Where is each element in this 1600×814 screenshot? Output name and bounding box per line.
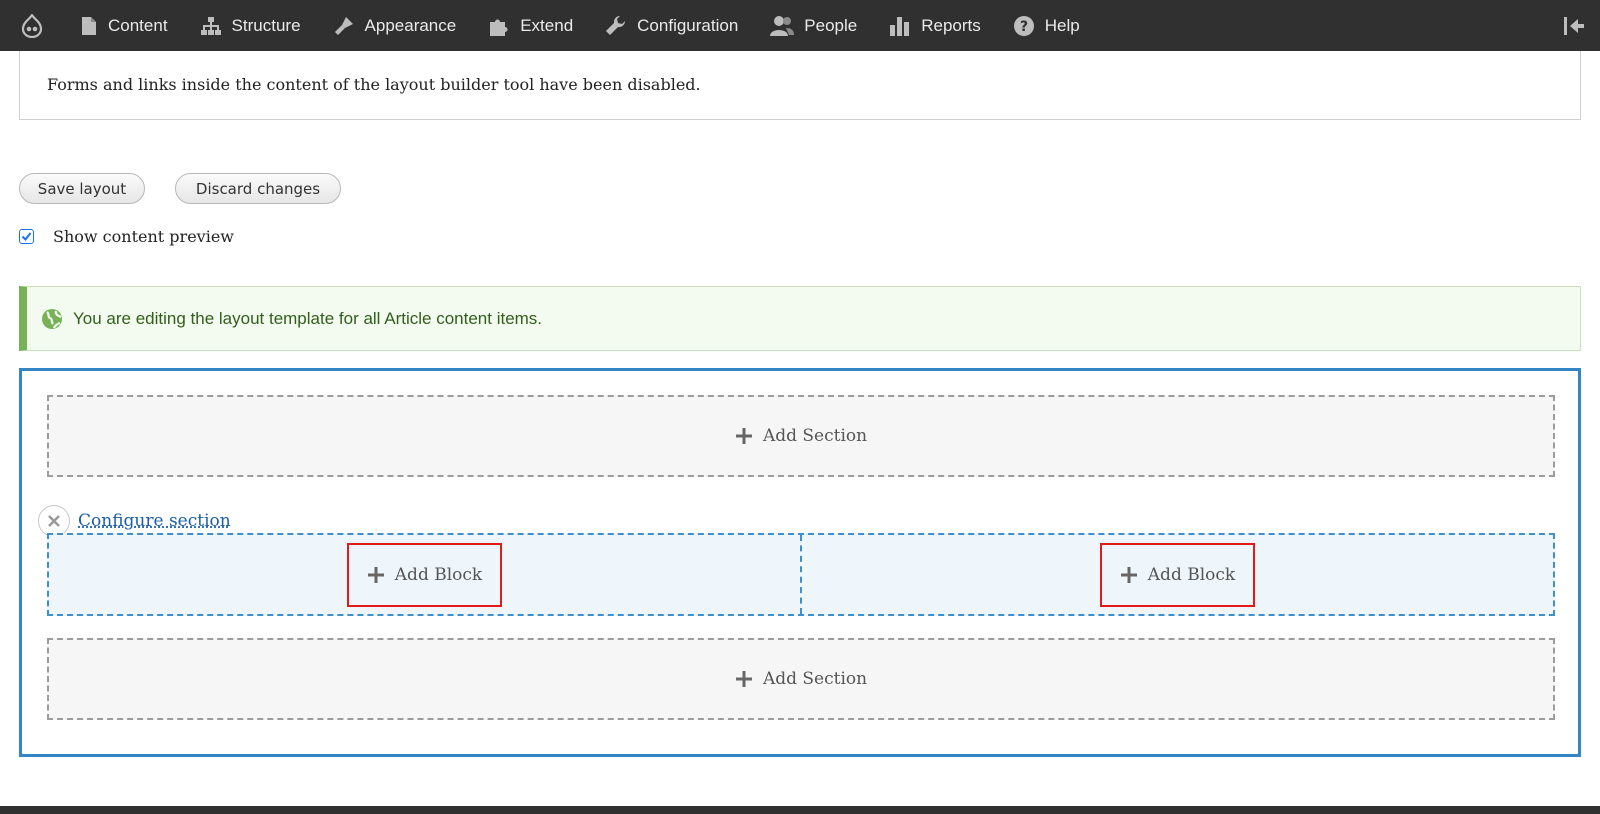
toolbar-item-appearance[interactable]: Appearance (317, 0, 473, 51)
add-block-label: Add Block (394, 564, 483, 585)
toolbar-orientation-toggle-icon[interactable] (1562, 14, 1586, 38)
plus-icon (735, 671, 752, 687)
drupal-logo-icon[interactable] (0, 0, 64, 51)
plus-icon (367, 566, 384, 583)
puzzle-icon (490, 19, 508, 36)
add-section-link[interactable]: Add Section (735, 426, 867, 446)
toolbar-item-label: Content (108, 15, 168, 35)
toolbar-item-structure[interactable]: Structure (184, 0, 317, 51)
add-block-button-first[interactable]: Add Block (346, 542, 503, 607)
add-section-bottom[interactable]: Add Section (47, 638, 1555, 720)
add-section-label: Add Section (762, 669, 868, 689)
layout-section: Add Block Add Block (47, 533, 1555, 616)
toolbar-item-people[interactable]: People (754, 0, 873, 51)
sitemap-icon (200, 16, 221, 35)
toolbar-item-label: Reports (921, 15, 981, 35)
svg-text:?: ? (1020, 19, 1028, 35)
admin-toolbar: Content Structure Appearance Extend Conf… (0, 0, 1600, 51)
toolbar-item-label: People (804, 15, 858, 35)
toolbar-item-reports[interactable]: Reports (873, 0, 997, 51)
paintbrush-icon (334, 16, 353, 35)
add-section-link[interactable]: Add Section (735, 669, 867, 689)
toolbar-item-label: Help (1044, 15, 1080, 35)
add-section-label: Add Section (762, 426, 868, 446)
file-icon (82, 16, 96, 35)
bar-chart-icon (890, 16, 910, 36)
footer-bar (0, 806, 1600, 814)
status-message-text: You are editing the layout template for … (73, 308, 543, 328)
wrench-icon (606, 15, 626, 35)
message-box: Forms and links inside the content of th… (19, 51, 1581, 120)
save-layout-button[interactable]: Save layout (19, 173, 145, 204)
layout-builder: Add Section Configure section Add Block … (19, 368, 1581, 757)
add-block-label: Add Block (1147, 564, 1236, 585)
toolbar-item-extend[interactable]: Extend (472, 0, 589, 51)
people-icon (770, 15, 795, 36)
toolbar-item-label: Extend (520, 15, 574, 35)
plus-icon (735, 428, 752, 444)
disabled-links-message: Forms and links inside the content of th… (47, 75, 701, 94)
toolbar-item-help[interactable]: ? Help (997, 0, 1096, 51)
content-preview-toggle[interactable]: Show content preview (19, 227, 234, 246)
close-icon (48, 515, 60, 527)
show-content-preview-label: Show content preview (53, 227, 234, 246)
toolbar-item-content[interactable]: Content (64, 0, 184, 51)
layout-region-first: Add Block (49, 535, 802, 614)
discard-changes-button[interactable]: Discard changes (175, 173, 341, 204)
layout-region-second: Add Block (802, 535, 1553, 614)
show-content-preview-checkbox[interactable] (19, 229, 34, 244)
status-message: You are editing the layout template for … (19, 286, 1581, 351)
globe-icon (42, 308, 62, 329)
toolbar-item-configuration[interactable]: Configuration (589, 0, 754, 51)
checkmark-icon (21, 232, 32, 242)
toolbar-item-label: Appearance (364, 15, 457, 35)
configure-section-link[interactable]: Configure section (78, 511, 231, 531)
plus-icon (1120, 566, 1137, 583)
toolbar-item-label: Configuration (637, 15, 739, 35)
help-icon: ? (1013, 15, 1034, 36)
toolbar-item-label: Structure (231, 15, 301, 35)
add-section-top[interactable]: Add Section (47, 395, 1555, 477)
add-block-button-second[interactable]: Add Block (1099, 542, 1256, 607)
